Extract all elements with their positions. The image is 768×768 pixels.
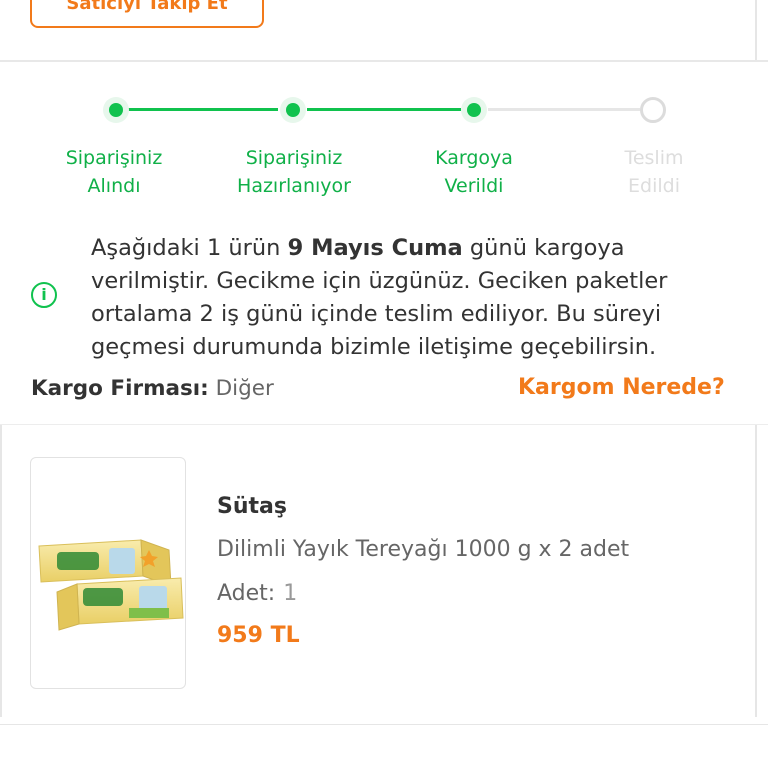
- step-label-shipped: Kargoya Verildi: [435, 147, 513, 197]
- progress-line-1: [128, 108, 278, 111]
- step-label-preparing: Siparişiniz Hazırlanıyor: [237, 147, 351, 197]
- step-dot-received: [103, 97, 129, 123]
- shipping-company-label: Kargo Firması:: [31, 376, 209, 401]
- product-name[interactable]: Dilimli Yayık Tereyağı 1000 g x 2 adet: [217, 537, 629, 562]
- step-label-received: Siparişiniz Alındı: [65, 147, 163, 197]
- step-dot-shipped: [461, 97, 487, 123]
- card-border: [755, 425, 757, 717]
- quantity-label: Adet:: [217, 581, 276, 606]
- progress-line-3: [488, 108, 640, 111]
- divider: [0, 724, 768, 725]
- step-dot-preparing: [280, 97, 306, 123]
- step-dot-delivered: [640, 97, 666, 123]
- step-label-delivered: Teslim Edildi: [624, 147, 684, 197]
- where-is-my-package-link[interactable]: Kargom Nerede?: [518, 375, 725, 400]
- product-brand: Sütaş: [217, 494, 287, 519]
- divider: [0, 60, 768, 62]
- shipping-delay-notice: Aşağıdaki 1 ürün 9 Mayıs Cuma günü kargo…: [91, 235, 668, 360]
- card-border: [755, 0, 757, 60]
- quantity-value: 1: [283, 581, 298, 606]
- seller-card: Satıcıyı Takip Et: [0, 0, 768, 60]
- product-image[interactable]: [30, 457, 186, 689]
- product-quantity: Adet: 1: [217, 581, 297, 606]
- shipping-company: Kargo Firması: Diğer: [31, 376, 274, 401]
- progress-line-2: [307, 108, 461, 111]
- shipping-company-value: Diğer: [215, 376, 274, 401]
- follow-seller-button[interactable]: Satıcıyı Takip Et: [30, 0, 264, 28]
- butter-product-image: [38, 539, 184, 631]
- card-border: [0, 425, 2, 717]
- product-price: 959 TL: [217, 623, 300, 648]
- info-icon: i: [31, 282, 57, 308]
